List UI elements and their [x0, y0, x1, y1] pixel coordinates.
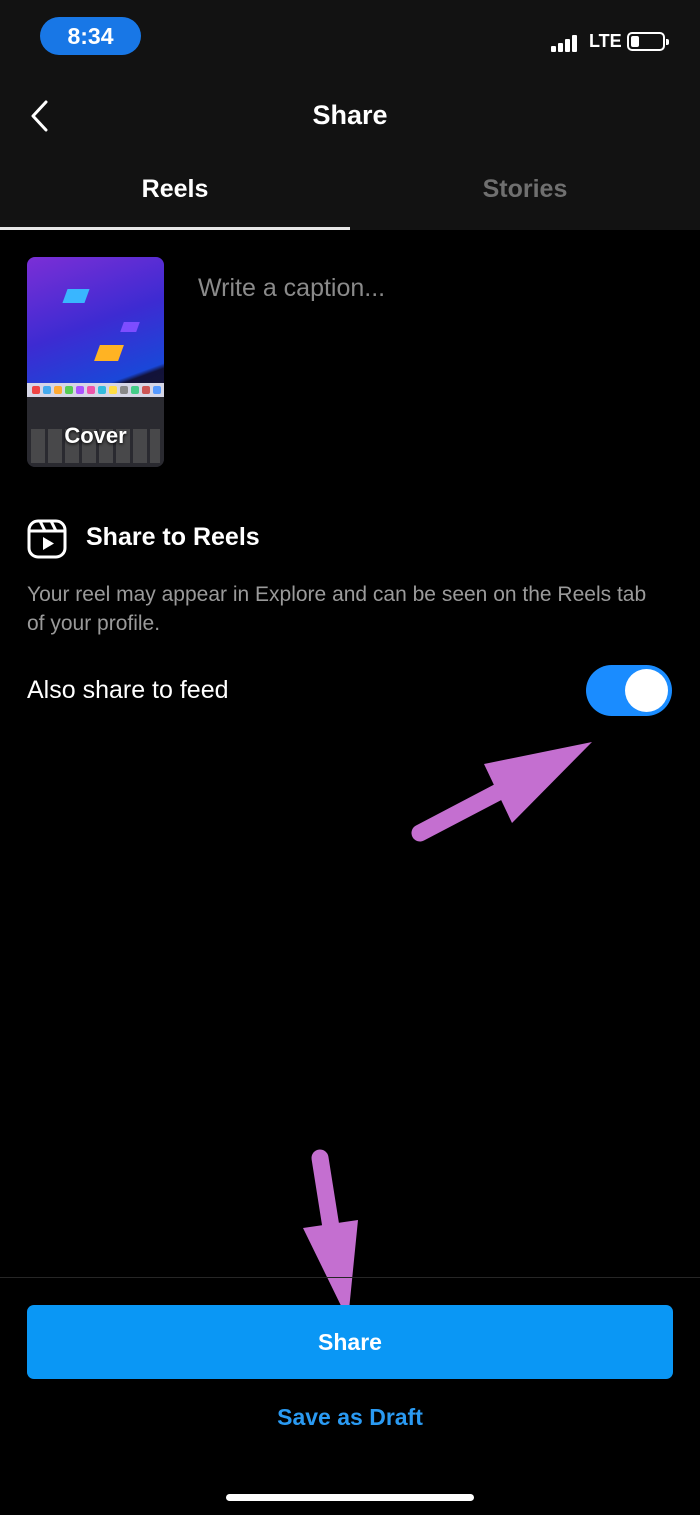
save-as-draft-button[interactable]: Save as Draft [0, 1404, 700, 1431]
annotation-arrow-toggle [411, 742, 592, 842]
share-to-feed-toggle[interactable] [586, 665, 672, 716]
share-to-reels-description: Your reel may appear in Explore and can … [27, 583, 647, 635]
caption-input[interactable] [198, 268, 668, 308]
toggle-knob [625, 669, 668, 712]
tab-reels[interactable]: Reels [0, 175, 350, 215]
network-type: LTE [589, 31, 622, 51]
bottom-divider [0, 1277, 700, 1278]
reels-icon [27, 519, 67, 559]
share-to-reels-title: Share to Reels [86, 523, 260, 551]
annotation-arrow-share [303, 1149, 358, 1320]
signal-icon [551, 32, 581, 52]
also-share-to-feed-label: Also share to feed [27, 676, 229, 704]
cover-label: Cover [64, 423, 127, 448]
home-indicator [226, 1494, 474, 1501]
status-time: 8:34 [40, 17, 141, 55]
page-title: Share [312, 100, 388, 130]
tab-stories[interactable]: Stories [350, 175, 700, 215]
share-button[interactable]: Share [27, 1305, 673, 1379]
battery-icon [627, 32, 669, 51]
active-tab-indicator [0, 227, 350, 230]
